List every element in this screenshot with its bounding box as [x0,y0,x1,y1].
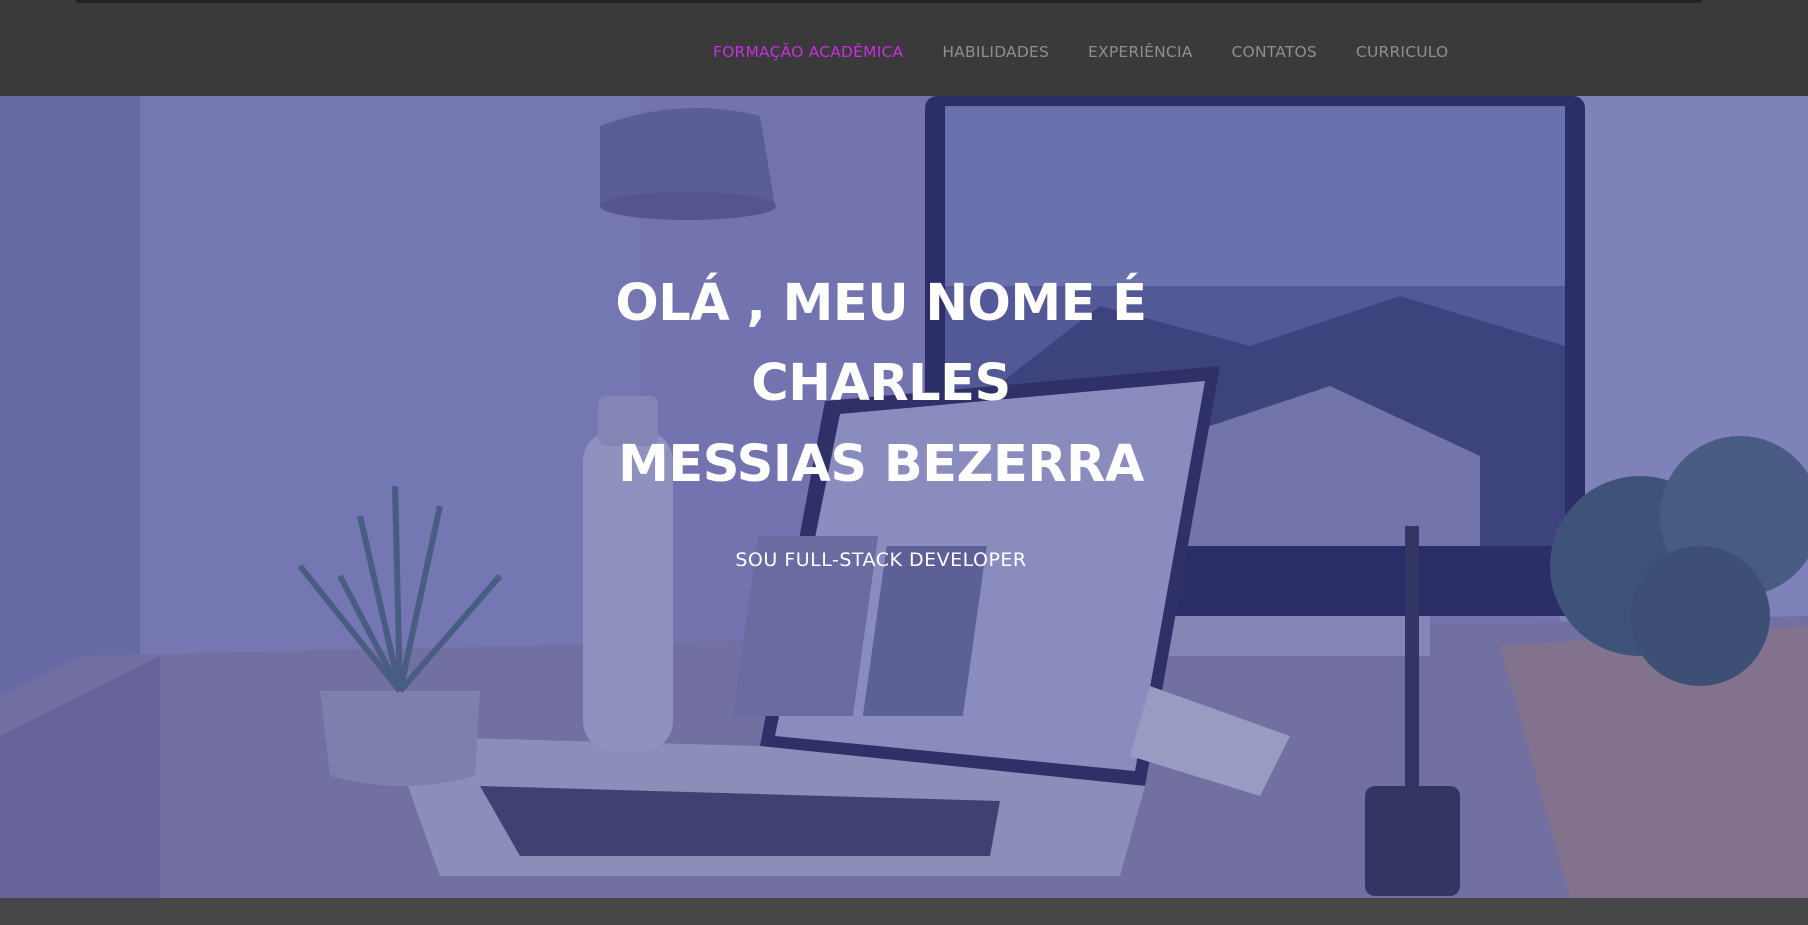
hero-title-line-1: OLÁ , MEU NOME É [615,274,1147,333]
nav-item-curriculo[interactable]: CURRICULO [1356,43,1449,61]
nav-item-experiencia[interactable]: EXPERIÊNCIA [1088,43,1192,61]
nav-item-contatos[interactable]: CONTATOS [1232,43,1317,61]
next-section-edge [0,898,1808,925]
hero-overlay [0,96,1808,898]
hero-subtitle: SOU FULL-STACK DEVELOPER [735,549,1027,571]
nav-item-habilidades[interactable]: HABILIDADES [942,43,1049,61]
navbar: FORMAÇÃO ACADÊMICA HABILIDADES EXPERIÊNC… [0,8,1808,96]
nav-item-formacao-academica[interactable]: FORMAÇÃO ACADÊMICA [713,43,903,61]
hero-title-line-2: CHARLES [751,354,1011,413]
hero-section: OLÁ , MEU NOME É CHARLES MESSIAS BEZERRA… [0,96,1808,898]
nav-menu: FORMAÇÃO ACADÊMICA HABILIDADES EXPERIÊNC… [713,8,1487,96]
browser-edge [76,0,1702,3]
hero-title-line-3: MESSIAS BEZERRA [618,435,1144,494]
